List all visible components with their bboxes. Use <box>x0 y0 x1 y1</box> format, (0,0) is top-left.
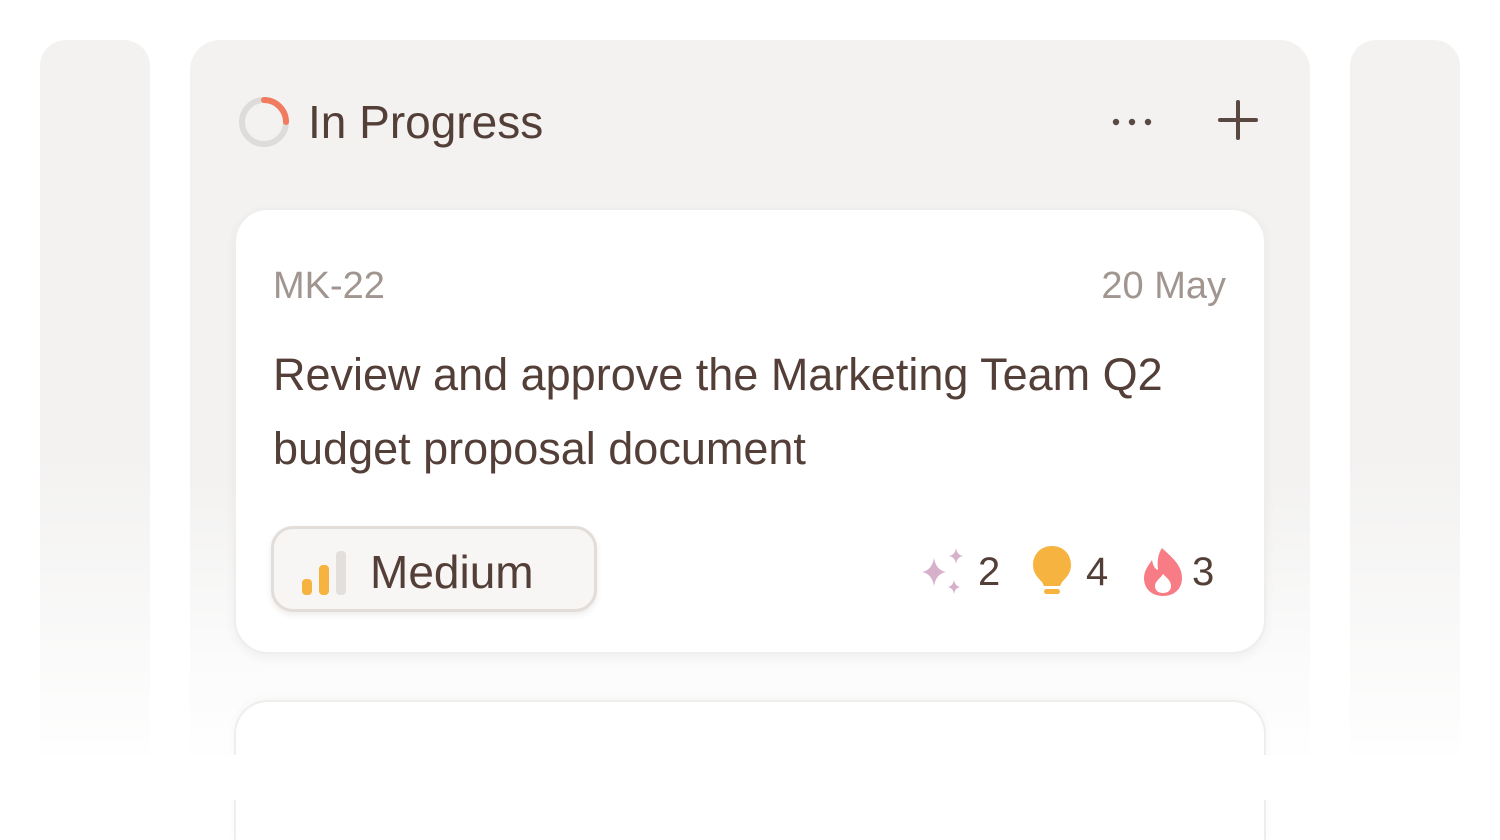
add-card-button[interactable] <box>1214 96 1262 144</box>
task-id: MK-22 <box>273 265 385 307</box>
stat-count: 2 <box>978 550 1001 594</box>
signal-bars-icon <box>302 551 346 595</box>
card-stats: 2 4 3 <box>914 544 1226 598</box>
stat-count: 3 <box>1192 550 1215 594</box>
lightbulb-icon <box>1033 546 1071 594</box>
viewport-bottom-mask <box>0 755 1500 800</box>
task-title: Review and approve the Marketing Team Q2… <box>273 349 1163 474</box>
board-column-in-progress: In Progress MK-22 20 May Review and appr… <box>190 40 1310 840</box>
column-title: In Progress <box>308 96 544 148</box>
plus-icon <box>1218 100 1258 140</box>
more-horizontal-icon <box>1112 118 1152 126</box>
sparkles-icon <box>922 548 963 594</box>
adjacent-column-right <box>1350 40 1460 800</box>
adjacent-column-left <box>40 40 150 800</box>
fire-icon <box>1144 548 1182 596</box>
priority-label: Medium <box>370 546 534 598</box>
column-more-button[interactable] <box>1104 102 1160 142</box>
stat-count: 4 <box>1086 550 1109 594</box>
progress-ring-icon <box>239 97 289 147</box>
priority-badge[interactable]: Medium <box>271 526 597 612</box>
task-card[interactable]: MK-22 20 May Review and approve the Mark… <box>234 208 1266 654</box>
task-due-date: 20 May <box>1101 265 1226 307</box>
column-header: In Progress <box>236 90 1266 152</box>
